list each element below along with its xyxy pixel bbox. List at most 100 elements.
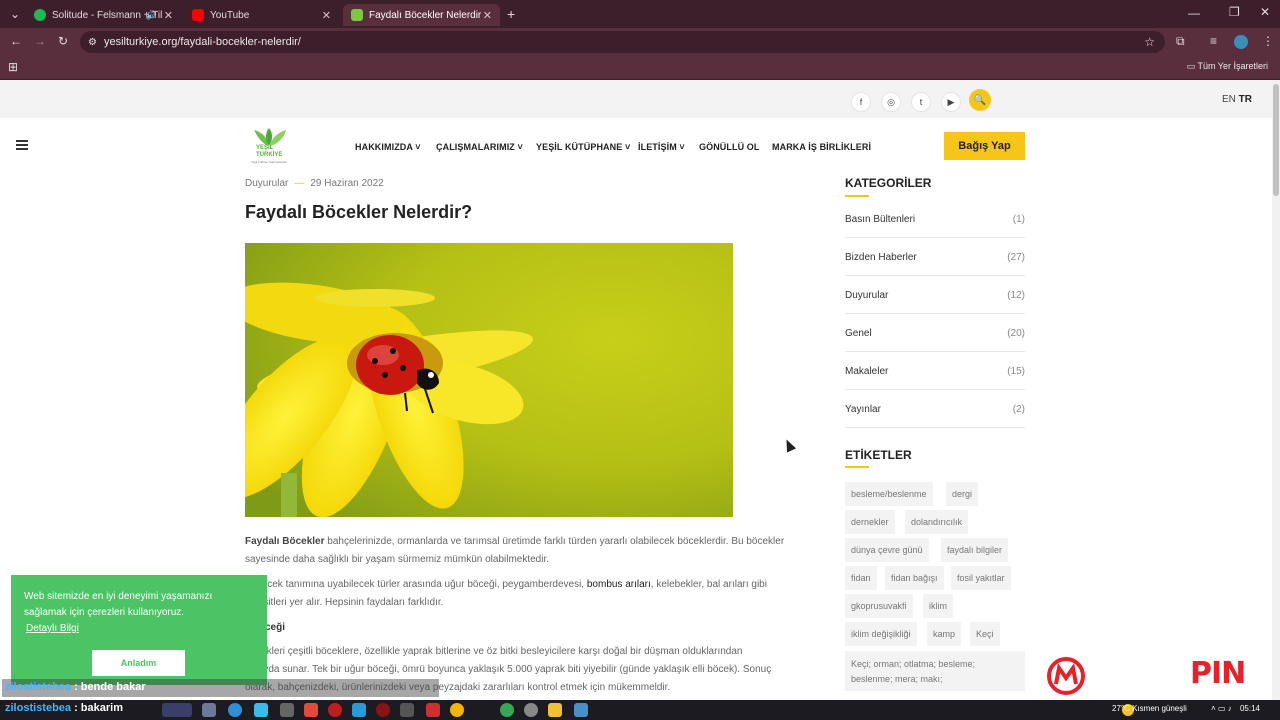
close-tab-icon[interactable]: ✕: [322, 9, 331, 22]
close-tab-icon[interactable]: ✕: [483, 9, 492, 22]
youtube-icon[interactable]: ▶: [941, 92, 961, 112]
extensions-icon[interactable]: ⧉: [1176, 34, 1185, 49]
post-category-link[interactable]: Duyurular: [245, 178, 288, 189]
all-bookmarks-link[interactable]: ▭ Tüm Yer İşaretleri: [1187, 61, 1268, 72]
tag-link[interactable]: dolandırıcılık: [905, 510, 969, 534]
browser-toolbar: ← → ↻ ⚙ yesilturkiye.org/faydali-bocekle…: [0, 28, 1280, 56]
os-taskbar: zilostistebea : bakarim 27°C Kısmen güne…: [0, 700, 1280, 720]
cookie-accept-button[interactable]: Anladım: [92, 650, 185, 676]
forward-icon[interactable]: →: [34, 34, 46, 48]
site-info-icon[interactable]: ⚙: [88, 37, 97, 48]
bookmark-star-icon[interactable]: ☆: [1144, 35, 1155, 49]
tab-spotify[interactable]: Solitude - Felsmann + Tiley 🔊 ✕: [26, 4, 181, 26]
category-name: Genel: [845, 328, 872, 339]
category-count: (2): [1012, 404, 1025, 415]
categories-heading: KATEGORİLER: [845, 176, 932, 190]
taskbar-app-icon[interactable]: [574, 703, 588, 717]
tab-active-page[interactable]: Faydalı Böcekler Nelerdir? - Ye ✕: [343, 4, 500, 26]
chrome-icon[interactable]: [450, 703, 464, 717]
chrome-active-icon[interactable]: [500, 703, 514, 717]
taskbar-app-icon[interactable]: [426, 703, 440, 717]
tag-link[interactable]: gkoprusuvakfi: [845, 594, 913, 618]
new-tab-button[interactable]: +: [507, 6, 515, 22]
media-icon[interactable]: ≡: [1210, 34, 1217, 48]
taskbar-app-icon[interactable]: [162, 703, 192, 717]
tab-youtube[interactable]: YouTube ✕: [184, 4, 339, 26]
file-explorer-icon[interactable]: [548, 703, 562, 717]
minimize-icon[interactable]: —: [1188, 6, 1200, 20]
tag-link[interactable]: dünya çevre günü: [845, 538, 929, 562]
url-text: yesilturkiye.org/faydali-bocekler-nelerd…: [104, 36, 301, 48]
nav-calismalarimiz[interactable]: ÇALIŞMALARIMIZ ˅: [436, 142, 523, 152]
cookie-more-info-link[interactable]: Detaylı Bilgi: [26, 623, 79, 634]
category-item[interactable]: Yayınlar (2): [845, 390, 1025, 428]
back-icon[interactable]: ←: [10, 34, 22, 48]
tag-link[interactable]: dernekler: [845, 510, 895, 534]
nav-marka-is-birlikleri[interactable]: MARKA İŞ BİRLİKLERİ: [772, 142, 871, 152]
donate-button[interactable]: Bağış Yap: [944, 132, 1025, 160]
bombus-link[interactable]: bombus arıları: [587, 579, 651, 590]
taskbar-app-icon[interactable]: [524, 703, 538, 717]
category-item[interactable]: Bizden Haberler (27): [845, 238, 1025, 276]
tag-link[interactable]: Keçi; orman; otlatma; besleme; beslenme;…: [845, 651, 1025, 691]
search-button[interactable]: 🔍: [969, 89, 991, 111]
reload-icon[interactable]: ↻: [58, 34, 68, 48]
profile-icon[interactable]: [1234, 35, 1248, 49]
task-view-icon[interactable]: [202, 703, 216, 717]
address-bar[interactable]: ⚙ yesilturkiye.org/faydali-bocekler-nele…: [80, 31, 1165, 53]
nav-yesil-kutuphane[interactable]: YEŞİL KÜTÜPHANE ˅: [536, 142, 630, 152]
category-item[interactable]: Makaleler (15): [845, 352, 1025, 390]
nav-gonullu-ol[interactable]: GÖNÜLLÜ OL: [699, 142, 760, 152]
taskbar-app-icon[interactable]: [376, 703, 390, 717]
category-item[interactable]: Duyurular (12): [845, 276, 1025, 314]
category-name: Basın Bültenleri: [845, 214, 916, 225]
tag-link[interactable]: iklim: [923, 594, 953, 618]
taskbar-app-icon[interactable]: [400, 703, 414, 717]
audio-icon[interactable]: 🔊: [146, 10, 157, 21]
facebook-icon[interactable]: f: [851, 92, 871, 112]
category-item[interactable]: Basın Bültenleri (1): [845, 200, 1025, 238]
nav-iletisim[interactable]: İLETİŞİM ˅: [638, 142, 685, 152]
tag-link[interactable]: fidan bağışı: [885, 566, 944, 590]
site-logo[interactable]: YEŞİL TÜRKİYE Yeşil Türkiye Yeşil Gelece…: [250, 128, 302, 168]
lang-en[interactable]: EN: [1222, 94, 1236, 105]
lang-tr[interactable]: TR: [1239, 94, 1252, 105]
tab-label: YouTube: [210, 9, 250, 21]
maximize-icon[interactable]: ❐: [1229, 5, 1240, 19]
apps-grid-icon[interactable]: ⊞: [8, 60, 18, 74]
page-scrollbar[interactable]: [1272, 80, 1280, 700]
tag-link[interactable]: besleme/beslenme: [845, 482, 933, 506]
close-window-icon[interactable]: ✕: [1260, 5, 1270, 19]
heading-underline: [845, 195, 869, 197]
logo-tagline: Yeşil Türkiye Yeşil Gelecek: [251, 160, 287, 164]
tag-link[interactable]: dergi: [946, 482, 979, 506]
weather-text: 27°C Kısmen güneşli: [1112, 704, 1187, 713]
taskbar-app-icon[interactable]: [280, 703, 294, 717]
nav-hakkimizda[interactable]: HAKKIMIZDA ˅: [355, 142, 421, 152]
language-switcher[interactable]: EN TR: [1222, 94, 1252, 105]
instagram-icon[interactable]: ◎: [881, 92, 901, 112]
taskbar-app-icon[interactable]: [328, 703, 342, 717]
youtube-icon: [192, 9, 204, 21]
tag-link[interactable]: kamp: [927, 622, 962, 646]
taskbar-app-icon[interactable]: [352, 703, 366, 717]
close-tab-icon[interactable]: ✕: [164, 9, 173, 22]
system-tray[interactable]: 27°C Kısmen güneşli ˄ ▭ ♪ 05:14: [1112, 704, 1260, 713]
article-paragraph: rlı böcek tanımına uyabilecek türler ara…: [245, 579, 767, 608]
scrollbar-thumb[interactable]: [1273, 84, 1279, 196]
menu-kebab-icon[interactable]: ⋮: [1262, 34, 1274, 48]
taskbar-app-icon[interactable]: [304, 703, 318, 717]
taskbar-app-icon[interactable]: [254, 703, 268, 717]
site-favicon-icon: [351, 9, 363, 21]
tag-link[interactable]: fidan: [845, 566, 877, 590]
tag-link[interactable]: Keçi: [970, 622, 1000, 646]
category-count: (20): [1007, 328, 1025, 339]
tag-link[interactable]: iklim değişikliği: [845, 622, 917, 646]
tag-link[interactable]: fosil yakıtlar: [951, 566, 1011, 590]
hamburger-menu-icon[interactable]: [16, 140, 28, 150]
twitter-icon[interactable]: t: [911, 92, 931, 112]
tab-search-icon[interactable]: ⌄: [10, 7, 20, 21]
category-item[interactable]: Genel (20): [845, 314, 1025, 352]
edge-icon[interactable]: [228, 703, 242, 717]
tag-link[interactable]: faydalı bilgiler: [941, 538, 1009, 562]
